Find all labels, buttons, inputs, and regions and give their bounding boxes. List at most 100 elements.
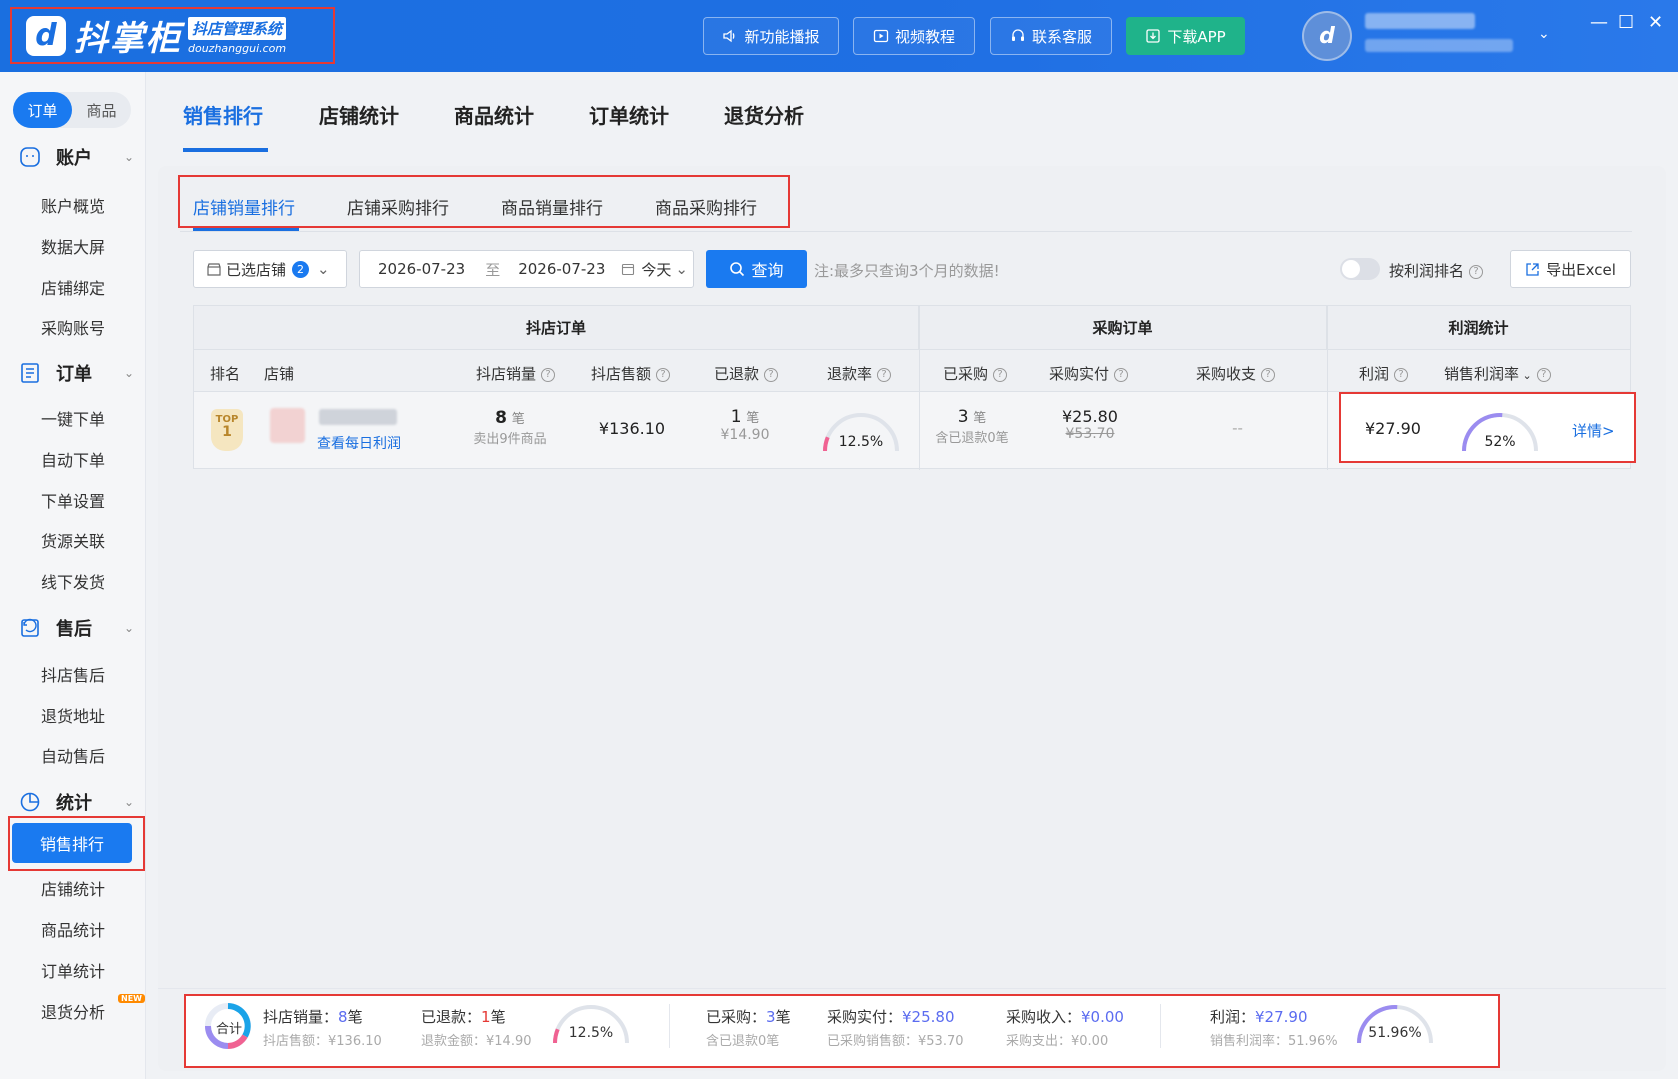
date-range-picker[interactable]: 2026-07-23 至 2026-07-23 今天 ⌄	[359, 250, 694, 288]
query-note: 注:最多只查询3个月的数据!	[814, 262, 1000, 280]
new-features-button[interactable]: 新功能播报	[703, 17, 839, 55]
sidebar-item-purchase-account[interactable]: 采购账号	[0, 315, 146, 339]
col-profit-rate[interactable]: 销售利润率 ⌄?	[1444, 363, 1551, 384]
group-header-profit: 利润统计	[1327, 306, 1630, 349]
summary-purchased: 已采购：3笔	[706, 1008, 791, 1026]
help-icon[interactable]: ?	[1394, 367, 1409, 382]
summary-profit-rate-text: 销售利润率：51.96%	[1210, 1034, 1338, 1049]
sidebar-item-data-screen[interactable]: 数据大屏	[0, 234, 146, 258]
date-start[interactable]: 2026-07-23	[378, 260, 465, 278]
segment-order[interactable]: 订单	[13, 92, 72, 128]
cell-profit: ¥27.90	[1365, 419, 1421, 438]
chevron-down-icon: ⌄	[123, 150, 134, 164]
summary-profit: 利润：¥27.90	[1210, 1008, 1308, 1026]
tab-order-stats[interactable]: 订单统计	[589, 100, 669, 129]
help-icon[interactable]: ?	[1114, 367, 1129, 382]
logo-tag: 抖店管理系统	[188, 16, 287, 40]
contact-support-button[interactable]: 联系客服	[990, 17, 1112, 55]
summary-sales-qty: 抖店销量：8笔	[263, 1008, 363, 1026]
col-purchase-balance: 采购收支?	[1196, 363, 1276, 384]
help-icon[interactable]: ?	[993, 367, 1008, 382]
sidebar-item-order-settings[interactable]: 下单设置	[0, 488, 146, 512]
export-icon	[1526, 262, 1539, 276]
detail-link[interactable]: 详情>	[1572, 420, 1615, 441]
help-icon[interactable]: ?	[656, 367, 671, 382]
group-order[interactable]: 订单 ⌄	[18, 360, 134, 386]
summary-sales-amount: 抖店售额：¥136.10	[263, 1034, 382, 1049]
col-sales-qty: 抖店销量?	[476, 363, 556, 384]
help-icon[interactable]: ?	[541, 367, 556, 382]
export-excel-button[interactable]: 导出Excel	[1510, 250, 1631, 288]
sidebar-item-source-link[interactable]: 货源关联	[0, 528, 146, 552]
group-stats[interactable]: 统计 ⌄	[18, 789, 134, 815]
sidebar-item-order-stats[interactable]: 订单统计	[0, 958, 146, 982]
tab-product-stats[interactable]: 商品统计	[454, 100, 534, 129]
subtab-product-sales-ranking[interactable]: 商品销量排行	[501, 194, 603, 219]
video-icon	[873, 29, 889, 43]
highlight-frame	[8, 816, 145, 871]
sidebar-item-product-stats[interactable]: 商品统计	[0, 917, 146, 941]
help-icon[interactable]: ?	[1536, 367, 1551, 382]
tab-sales-ranking[interactable]: 销售排行	[183, 100, 263, 129]
help-icon[interactable]: ?	[877, 367, 892, 382]
headset-icon	[1011, 29, 1024, 41]
user-subtext-blurred	[1365, 39, 1513, 52]
maximize-icon[interactable]: ☐	[1618, 12, 1634, 33]
shop-thumbnail	[270, 408, 305, 443]
search-icon	[730, 262, 745, 277]
video-tutorial-button[interactable]: 视频教程	[853, 17, 975, 55]
subtab-shop-sales-ranking[interactable]: 店铺销量排行	[193, 194, 295, 219]
username-blurred	[1365, 13, 1475, 29]
group-account[interactable]: 账户 ⌄	[18, 144, 134, 170]
cell-purchased: 3 笔 含已退款0笔	[935, 407, 1009, 446]
logo-url: douzhanggui.com	[188, 41, 287, 55]
summary-purchase-expense: 采购支出：¥0.00	[1006, 1034, 1109, 1049]
sidebar-item-shop-binding[interactable]: 店铺绑定	[0, 275, 146, 299]
total-label: 合计	[216, 1022, 243, 1037]
chevron-down-icon: ⌄	[123, 621, 134, 635]
minimize-icon[interactable]: —	[1590, 12, 1608, 33]
view-daily-profit-link[interactable]: 查看每日利润	[317, 433, 401, 453]
sidebar-item-account-overview[interactable]: 账户概览	[0, 193, 146, 217]
date-preset[interactable]: 今天	[641, 259, 671, 280]
sidebar-item-return-address[interactable]: 退货地址	[0, 703, 146, 727]
subtab-product-purchase-ranking[interactable]: 商品采购排行	[655, 194, 757, 219]
sidebar-item-shop-aftersale[interactable]: 抖店售后	[0, 662, 146, 686]
download-app-button[interactable]: 下载APP	[1126, 17, 1245, 55]
sidebar-item-offline-shipping[interactable]: 线下发货	[0, 569, 146, 593]
col-sales-amount: 抖店售额?	[591, 363, 671, 384]
new-badge: NEW	[118, 994, 145, 1003]
col-shop: 店铺	[264, 365, 295, 383]
content-card	[158, 166, 1666, 1071]
summary-refunded: 已退款：1笔	[421, 1008, 506, 1026]
tab-shop-stats[interactable]: 店铺统计	[319, 100, 399, 129]
subtab-shop-purchase-ranking[interactable]: 店铺采购排行	[347, 194, 449, 219]
cell-purchase-paid: ¥25.80 ¥53.70	[1062, 407, 1118, 442]
help-icon[interactable]: ?	[1261, 367, 1276, 382]
shop-select[interactable]: 已选店铺 2 ⌄	[193, 250, 347, 288]
profit-sort-toggle[interactable]	[1340, 258, 1380, 280]
date-end[interactable]: 2026-07-23	[518, 260, 605, 278]
sidebar-item-auto-aftersale[interactable]: 自动售后	[0, 743, 146, 767]
tab-return-analysis[interactable]: 退货分析	[724, 100, 804, 129]
group-aftersale[interactable]: 售后 ⌄	[18, 615, 134, 641]
app-header: d 抖掌柜 抖店管理系统 douzhanggui.com 新功能播报 视频教程 …	[0, 0, 1678, 72]
chevron-down-icon[interactable]: ⌄	[1538, 26, 1550, 42]
shop-icon	[207, 263, 221, 276]
user-avatar[interactable]: d	[1302, 11, 1352, 61]
help-icon[interactable]: ?	[1469, 264, 1484, 279]
summary-profit-rate: 51.96%	[1368, 1025, 1422, 1041]
cell-refunded: 1 笔 ¥14.90	[720, 407, 770, 443]
query-button[interactable]: 查询	[706, 250, 807, 288]
segment-product[interactable]: 商品	[72, 92, 131, 128]
sidebar-item-one-click-order[interactable]: 一键下单	[0, 406, 146, 430]
sidebar-item-shop-stats[interactable]: 店铺统计	[0, 876, 146, 900]
sidebar-item-auto-order[interactable]: 自动下单	[0, 447, 146, 471]
chevron-down-icon: ⌄	[123, 795, 134, 809]
cell-purchase-balance: --	[1232, 419, 1243, 437]
tab-underline	[183, 148, 268, 152]
col-profit: 利润?	[1359, 363, 1409, 384]
close-icon[interactable]: ✕	[1648, 12, 1663, 33]
help-icon[interactable]: ?	[764, 367, 779, 382]
summary-refund-rate: 12.5%	[568, 1025, 614, 1041]
